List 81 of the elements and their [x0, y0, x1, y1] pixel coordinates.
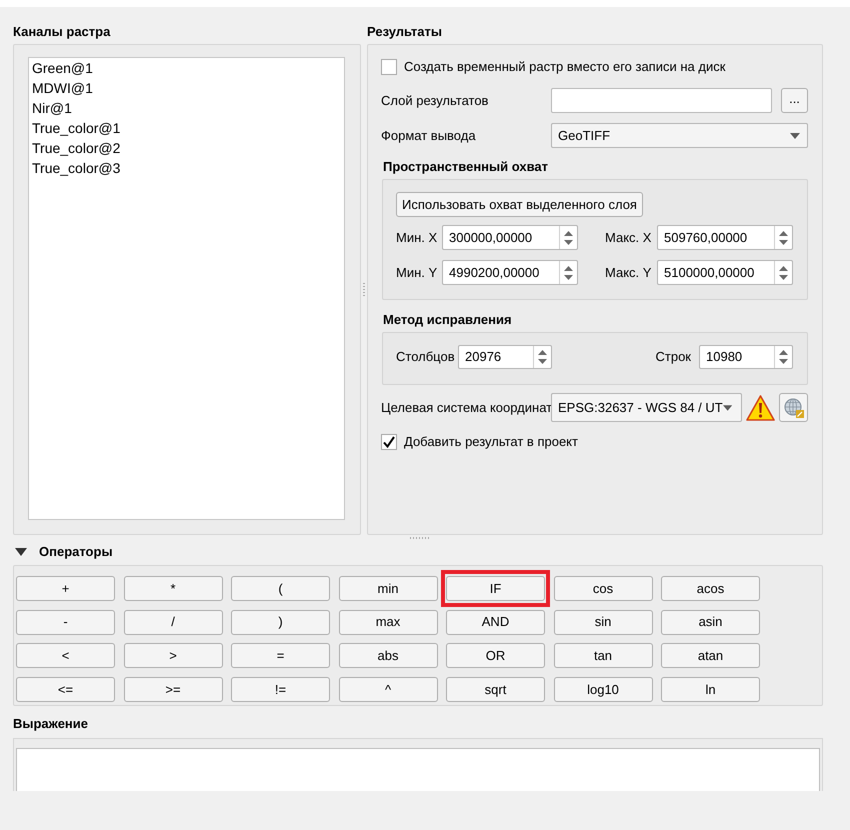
- crs-dropdown[interactable]: EPSG:32637 - WGS 84 / UT: [551, 393, 742, 422]
- field-label: Целевая система координат: [381, 398, 551, 417]
- field-label: Строк: [656, 348, 691, 366]
- section-title: Пространственный охват: [383, 159, 549, 175]
- operator-button[interactable]: !=: [231, 676, 330, 702]
- list-item[interactable]: True_color@1: [32, 118, 120, 138]
- section-title: Выражение: [13, 716, 90, 732]
- section-title: Каналы растра: [13, 24, 112, 40]
- operator-button[interactable]: =: [231, 643, 330, 668]
- operator-button[interactable]: abs: [338, 643, 438, 668]
- crs-select-button[interactable]: [779, 393, 808, 422]
- operator-button[interactable]: (: [231, 576, 330, 601]
- operator-button[interactable]: sin: [554, 610, 652, 635]
- operator-button[interactable]: max: [338, 610, 438, 635]
- operator-button[interactable]: <: [16, 643, 115, 668]
- expression-field[interactable]: [16, 748, 820, 791]
- operator-button[interactable]: <=: [16, 676, 115, 702]
- list-box[interactable]: Green@1 MDWI@1 Nir@1 True_color@1 True_color@2 True_color@3: [28, 57, 345, 520]
- spin-arrows-icon[interactable]: [538, 350, 547, 364]
- operator-button[interactable]: acos: [661, 576, 760, 601]
- checkbox[interactable]: [381, 59, 397, 75]
- spin-box[interactable]: 509760,00000: [657, 225, 793, 250]
- spin-arrows-icon[interactable]: [779, 230, 788, 244]
- warning-icon: [746, 394, 775, 420]
- field-label: Формат вывода: [381, 126, 477, 145]
- field-label: Макс. X: [605, 228, 652, 247]
- field-label: Слой результатов: [381, 92, 490, 110]
- operator-button[interactable]: cos: [554, 576, 652, 601]
- section-title: Результаты: [367, 24, 443, 40]
- splitter-handle-icon[interactable]: [410, 537, 429, 539]
- spin-arrows-icon[interactable]: [779, 266, 788, 280]
- operator-button[interactable]: sqrt: [446, 676, 545, 702]
- checkbox-label[interactable]: Добавить результат в проект: [404, 434, 578, 450]
- section-title: Метод исправления: [383, 312, 513, 328]
- operator-button[interactable]: atan: [661, 643, 760, 668]
- operator-button[interactable]: ): [231, 610, 330, 635]
- operator-button[interactable]: -: [16, 610, 115, 635]
- operator-button[interactable]: +: [16, 576, 115, 601]
- input-field[interactable]: [551, 88, 772, 113]
- spin-box[interactable]: 4990200,00000: [442, 260, 578, 285]
- spin-arrows-icon[interactable]: [564, 230, 573, 244]
- expand-arrow-icon[interactable]: [15, 548, 27, 556]
- list-item[interactable]: Nir@1: [32, 98, 72, 118]
- spin-arrows-icon[interactable]: [564, 266, 573, 280]
- spin-box[interactable]: 300000,00000: [442, 225, 578, 250]
- list-item[interactable]: True_color@2: [32, 138, 120, 158]
- layer-extent-button[interactable]: Использовать охват выделенного слоя: [396, 192, 643, 217]
- operator-button[interactable]: OR: [446, 643, 545, 668]
- operator-button[interactable]: asin: [661, 610, 760, 635]
- globe-icon: [784, 398, 804, 418]
- operator-button[interactable]: IF: [446, 576, 545, 601]
- operator-button[interactable]: /: [124, 610, 222, 635]
- field-label: Столбцов: [396, 348, 456, 366]
- caret-icon: [722, 404, 732, 410]
- splitter-handle-icon[interactable]: [363, 283, 365, 296]
- spin-box[interactable]: 20976: [458, 345, 552, 369]
- field-label: Мин. Y: [396, 264, 438, 282]
- dropdown[interactable]: GeoTIFF: [551, 123, 808, 148]
- operator-button[interactable]: *: [124, 576, 222, 601]
- caret-icon: [790, 132, 800, 138]
- spin-arrows-icon[interactable]: [779, 350, 788, 364]
- checkbox[interactable]: [381, 434, 397, 450]
- operator-button[interactable]: tan: [554, 643, 652, 668]
- operator-button[interactable]: log10: [554, 676, 652, 702]
- operator-button[interactable]: min: [338, 576, 438, 601]
- section-title: Операторы: [39, 544, 113, 560]
- operator-button[interactable]: ^: [338, 676, 438, 702]
- list-item[interactable]: Green@1: [32, 58, 93, 78]
- spin-box[interactable]: 10980: [699, 345, 793, 369]
- list-item[interactable]: True_color@3: [32, 158, 120, 178]
- field-label: Мин. X: [396, 228, 438, 247]
- operator-button[interactable]: >=: [124, 676, 222, 702]
- browse-button[interactable]: ...: [781, 88, 808, 113]
- operator-button[interactable]: >: [124, 643, 222, 668]
- operator-button[interactable]: ln: [661, 676, 760, 702]
- field-label: Макс. Y: [605, 264, 652, 282]
- operator-button[interactable]: AND: [446, 610, 545, 635]
- list-item[interactable]: MDWI@1: [32, 78, 93, 98]
- checkbox-label[interactable]: Создать временный растр вместо его записи на диск: [404, 59, 726, 75]
- check-icon: [383, 436, 395, 448]
- spin-box[interactable]: 5100000,00000: [657, 260, 793, 285]
